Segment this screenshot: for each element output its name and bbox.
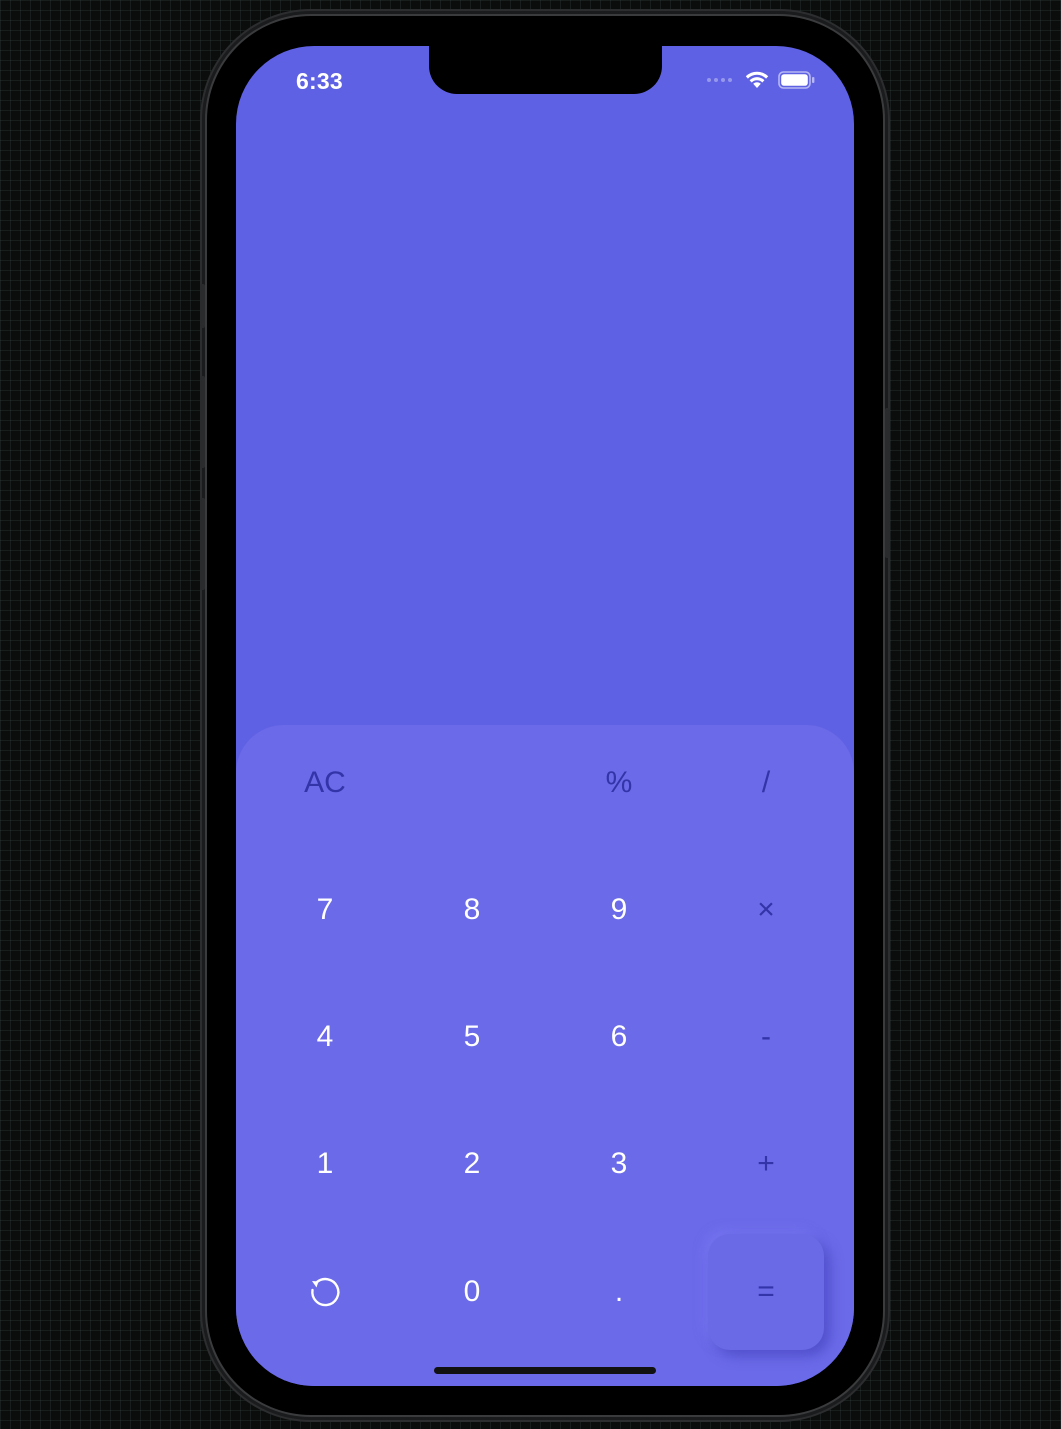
digit-4-button[interactable]: 4 — [267, 979, 383, 1095]
signal-icon — [707, 78, 732, 82]
volume-up-button — [200, 376, 205, 468]
digit-3-button[interactable]: 3 — [561, 1106, 677, 1222]
keypad: AC % / 7 8 9 × 4 5 6 - 1 2 3 + 0 . = — [236, 725, 854, 1386]
digit-7-button[interactable]: 7 — [267, 852, 383, 968]
volume-down-button — [200, 498, 205, 590]
notch — [429, 46, 662, 94]
digit-2-button[interactable]: 2 — [414, 1106, 530, 1222]
subtract-button[interactable]: - — [708, 979, 824, 1095]
digit-8-button[interactable]: 8 — [414, 852, 530, 968]
percent-button[interactable]: % — [561, 725, 677, 841]
status-icons — [707, 70, 816, 90]
clear-button[interactable]: AC — [267, 725, 383, 841]
status-time: 6:33 — [296, 68, 343, 94]
silent-switch — [200, 284, 205, 328]
undo-button[interactable] — [267, 1234, 383, 1350]
empty-key — [414, 725, 530, 841]
wifi-icon — [745, 71, 769, 88]
multiply-button[interactable]: × — [708, 852, 824, 968]
battery-icon — [778, 71, 815, 89]
decimal-button[interactable]: . — [561, 1234, 677, 1350]
result-display — [276, 546, 814, 666]
app-screen: 6:33 AC % / 7 8 9 × 4 5 6 - 1 2 3 + 0 . … — [236, 46, 854, 1386]
digit-6-button[interactable]: 6 — [561, 979, 677, 1095]
power-button — [885, 408, 890, 558]
digit-1-button[interactable]: 1 — [267, 1106, 383, 1222]
digit-9-button[interactable]: 9 — [561, 852, 677, 968]
divide-button[interactable]: / — [708, 725, 824, 841]
undo-icon — [311, 1277, 340, 1307]
digit-0-button[interactable]: 0 — [414, 1234, 530, 1350]
add-button[interactable]: + — [708, 1106, 824, 1222]
equals-button[interactable]: = — [708, 1234, 824, 1350]
digit-5-button[interactable]: 5 — [414, 979, 530, 1095]
home-indicator — [434, 1367, 656, 1374]
